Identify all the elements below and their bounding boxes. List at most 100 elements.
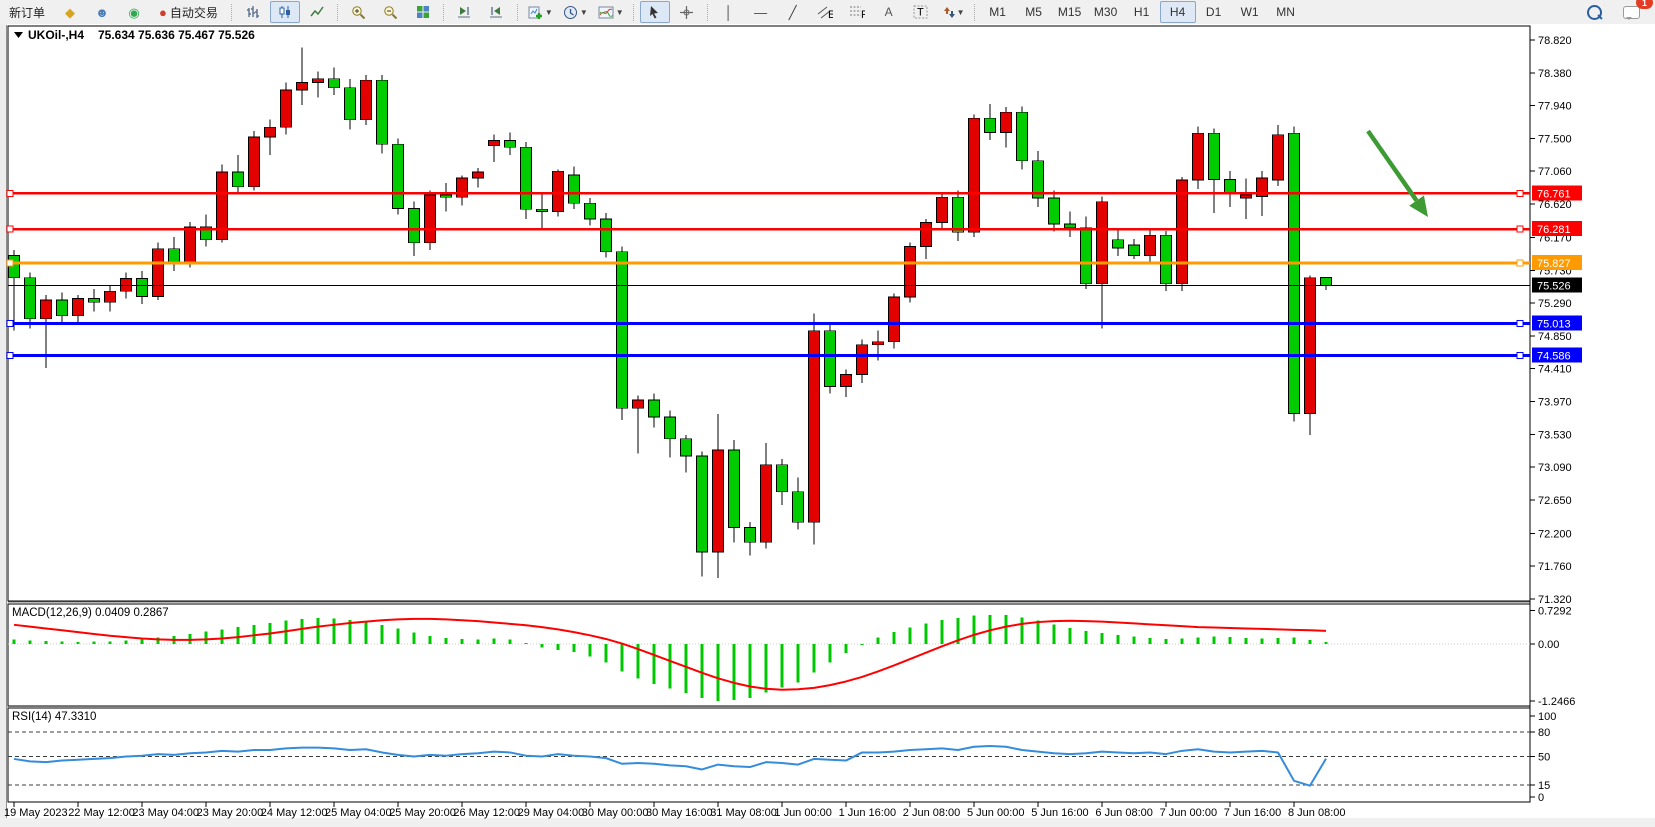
price-chart-canvas[interactable]: 78.82078.38077.94077.50077.06076.62076.1… <box>0 24 1655 827</box>
candle <box>697 456 708 552</box>
text-label-tool[interactable]: T <box>906 1 936 23</box>
rsi-tick-label: 100 <box>1538 711 1556 723</box>
candle <box>121 278 132 291</box>
svg-text:F: F <box>861 9 865 19</box>
rsi-tick-label: 15 <box>1538 780 1550 792</box>
line-handle[interactable] <box>7 190 13 196</box>
timeframe-m15[interactable]: M15 <box>1052 1 1088 23</box>
candlestick-chart-icon[interactable] <box>270 1 300 23</box>
deposit-icon[interactable]: ◆ <box>55 1 85 23</box>
arrow-objects-tool[interactable]: ▼ <box>938 1 969 23</box>
timeframe-d1[interactable]: D1 <box>1196 1 1232 23</box>
candle <box>521 147 532 209</box>
line-handle[interactable] <box>1517 353 1523 359</box>
time-tick-label: 1 Jun 00:00 <box>774 807 832 819</box>
timeframe-h4[interactable]: H4 <box>1160 1 1196 23</box>
vertical-line-tool[interactable]: │ <box>714 1 744 23</box>
candle <box>1177 180 1188 284</box>
shift-chart-end-icon[interactable] <box>450 1 480 23</box>
chart-window[interactable]: 78.82078.38077.94077.50077.06076.62076.1… <box>0 24 1655 827</box>
auto-scroll-icon[interactable] <box>482 1 512 23</box>
line-handle[interactable] <box>1517 226 1523 232</box>
candle <box>233 172 244 187</box>
candle <box>1193 133 1204 180</box>
price-tick-label: 73.530 <box>1538 429 1572 441</box>
candle <box>585 203 596 219</box>
candle <box>89 299 100 303</box>
timeframe-m1[interactable]: M1 <box>980 1 1016 23</box>
line-handle[interactable] <box>1517 260 1523 266</box>
candle <box>1305 278 1316 414</box>
timeframe-m5[interactable]: M5 <box>1016 1 1052 23</box>
time-tick-label: 22 May 12:00 <box>68 807 135 819</box>
candle <box>297 82 308 89</box>
candle <box>169 249 180 264</box>
accounts-icon[interactable]: ☻ <box>87 1 117 23</box>
candle <box>1129 245 1140 255</box>
timeframe-m30[interactable]: M30 <box>1088 1 1124 23</box>
candle <box>425 195 436 243</box>
candle <box>601 219 612 252</box>
autotrade-button[interactable]: ● 自动交易 <box>151 1 226 23</box>
price-tick-label: 72.200 <box>1538 528 1572 540</box>
candle <box>473 172 484 178</box>
trendline-tool[interactable]: ╱ <box>778 1 808 23</box>
candle <box>57 300 68 316</box>
line-handle[interactable] <box>7 226 13 232</box>
rsi-tick-label: 80 <box>1538 727 1550 739</box>
crosshair-tool[interactable] <box>672 1 702 23</box>
line-chart-icon[interactable] <box>302 1 332 23</box>
time-tick-label: 25 May 04:00 <box>325 807 392 819</box>
timeframes-clock-button[interactable]: ▼ <box>559 1 592 23</box>
candle <box>713 450 724 552</box>
candle <box>1001 112 1012 132</box>
candle <box>793 492 804 523</box>
equidistant-channel-tool[interactable]: E <box>810 1 840 23</box>
search-icon[interactable] <box>1579 1 1609 23</box>
line-handle[interactable] <box>1517 321 1523 327</box>
price-tick-label: 76.620 <box>1538 199 1572 211</box>
line-handle[interactable] <box>7 321 13 327</box>
tile-windows-icon[interactable] <box>408 1 438 23</box>
candle <box>905 246 916 297</box>
price-line-label: 75.013 <box>1537 319 1571 331</box>
main-toolbar: 新订单 ◆ ☻ ◉ ● 自动交易 ▼ ▼ ▼ │ — ╱ E <box>0 0 1655 25</box>
chat-notifications-button[interactable]: 1 <box>1616 1 1646 23</box>
zoom-out-icon[interactable] <box>376 1 406 23</box>
candle <box>1113 240 1124 248</box>
ohlc-values: 75.634 75.636 75.467 75.526 <box>98 28 255 42</box>
horizontal-line-tool[interactable]: — <box>746 1 776 23</box>
candle <box>1017 112 1028 160</box>
bar-chart-icon[interactable] <box>238 1 268 23</box>
chat-bubble-icon <box>1623 6 1640 19</box>
candle <box>825 331 836 387</box>
fibonacci-tool[interactable]: F <box>842 1 872 23</box>
candle <box>1065 224 1076 228</box>
time-tick-label: 26 May 12:00 <box>453 807 520 819</box>
timeframe-mn[interactable]: MN <box>1268 1 1304 23</box>
candle <box>105 291 116 302</box>
timeframe-w1[interactable]: W1 <box>1232 1 1268 23</box>
new-order-button[interactable]: 新订单 <box>1 1 53 23</box>
line-handle[interactable] <box>1517 190 1523 196</box>
candle <box>345 88 356 120</box>
candle <box>489 141 500 146</box>
chevron-down-icon: ▼ <box>957 8 965 17</box>
macd-tick-label: 0.7292 <box>1538 606 1572 618</box>
price-line-label: 76.761 <box>1537 188 1571 200</box>
zoom-in-icon[interactable] <box>344 1 374 23</box>
indicators-button[interactable]: ▼ <box>594 1 628 23</box>
candle <box>1209 133 1220 179</box>
timeframe-switcher: M1M5M15M30H1H4D1W1MN <box>980 1 1304 23</box>
cursor-tool[interactable] <box>640 1 670 23</box>
signals-icon[interactable]: ◉ <box>119 1 149 23</box>
timeframe-h1[interactable]: H1 <box>1124 1 1160 23</box>
candle <box>313 79 324 83</box>
text-tool[interactable]: A <box>874 1 904 23</box>
chart-header: UKOil-,H475.634 75.636 75.467 75.526 <box>14 28 255 42</box>
candle <box>617 252 628 409</box>
line-handle[interactable] <box>7 260 13 266</box>
new-chart-button[interactable]: ▼ <box>524 1 557 23</box>
line-handle[interactable] <box>7 353 13 359</box>
candle <box>569 175 580 203</box>
